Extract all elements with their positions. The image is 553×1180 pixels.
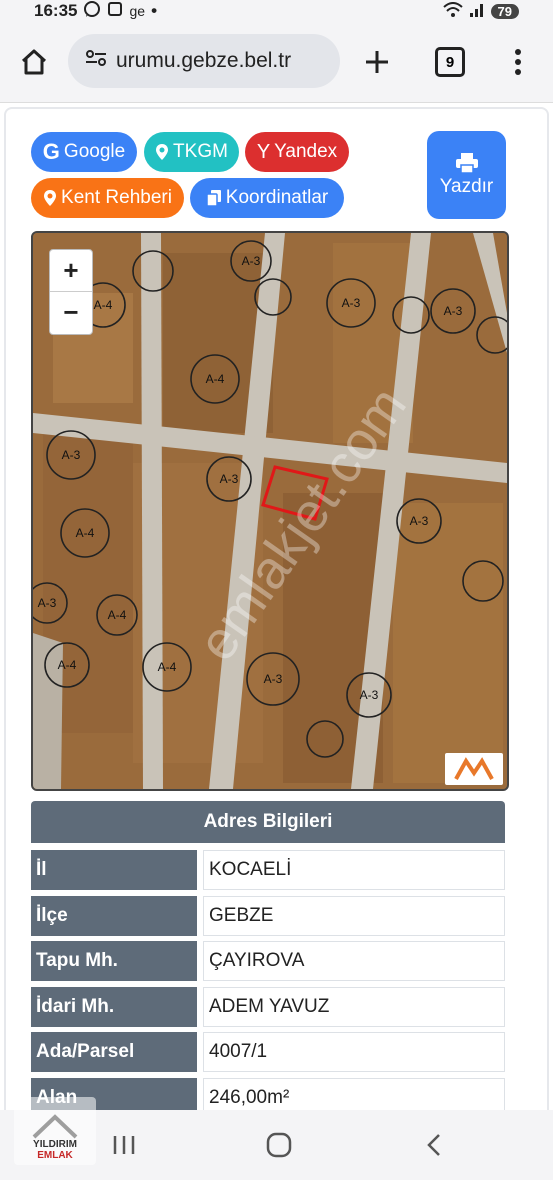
zone-label: A-4 xyxy=(58,658,77,672)
row-key: İl xyxy=(31,850,197,890)
battery-indicator: 79 xyxy=(490,3,519,19)
plus-icon xyxy=(366,51,388,73)
row-value: 4007/1 xyxy=(203,1032,505,1072)
google-button[interactable]: G Google xyxy=(31,132,137,172)
print-button[interactable]: Yazdır xyxy=(427,131,506,219)
back-button[interactable] xyxy=(414,1130,454,1160)
more-vert-icon xyxy=(515,49,521,75)
address-row: İdari Mh. ADEM YAVUZ xyxy=(31,987,505,1027)
google-icon: G xyxy=(42,139,60,164)
app-label: ge xyxy=(129,3,146,19)
agency-logo: YILDIRIM EMLAK xyxy=(14,1097,96,1165)
url-text: urumu.gebze.bel.tr xyxy=(116,49,292,72)
dot-icon: • xyxy=(151,1,158,20)
notification-icon xyxy=(107,1,123,22)
home-button[interactable] xyxy=(14,42,54,82)
address-row: İl KOCAELİ xyxy=(31,850,505,890)
tkgm-button[interactable]: TKGM xyxy=(144,132,239,172)
google-label: Google xyxy=(63,141,126,162)
map-pin-icon xyxy=(156,144,169,160)
address-table-title: Adres Bilgileri xyxy=(31,801,505,843)
clock: 16:35 xyxy=(34,1,78,20)
zone-label: A-3 xyxy=(410,514,429,528)
row-value: KOCAELİ xyxy=(203,850,505,890)
kent-rehberi-label: Kent Rehberi xyxy=(61,187,172,208)
row-key: Tapu Mh. xyxy=(31,941,197,981)
map-pin-icon xyxy=(44,190,57,206)
yandex-button[interactable]: Y Yandex xyxy=(245,132,349,172)
yandex-icon: Y xyxy=(256,140,271,163)
koordinatlar-label: Koordinatlar xyxy=(225,187,329,208)
address-bar[interactable]: urumu.gebze.bel.tr xyxy=(68,34,340,88)
zoom-in-button[interactable]: + xyxy=(50,250,92,292)
row-value: ÇAYIROVA xyxy=(203,941,505,981)
recents-icon xyxy=(113,1136,135,1154)
zone-label: A-4 xyxy=(206,372,225,386)
recents-button[interactable] xyxy=(104,1130,144,1160)
print-label: Yazdır xyxy=(439,176,494,197)
status-bar: 16:35 ge • 79 xyxy=(0,0,553,22)
zone-label: A-3 xyxy=(342,296,361,310)
zoom-control: + − xyxy=(49,249,93,335)
row-key: Ada/Parsel xyxy=(31,1032,197,1072)
zone-label: A-3 xyxy=(264,672,283,686)
kent-rehberi-button[interactable]: Kent Rehberi xyxy=(31,178,184,218)
agency-logo-line2: EMLAK xyxy=(37,1150,73,1161)
address-row: Tapu Mh. ÇAYIROVA xyxy=(31,941,505,981)
yandex-label: Yandex xyxy=(274,141,338,162)
map-canvas[interactable]: A-4 A-3 A-3 A-4 A-3 A-3 A-4 A-3 A-4 A-3 … xyxy=(33,233,507,789)
zone-label: A-3 xyxy=(220,472,239,486)
home-circle-icon xyxy=(266,1132,292,1158)
copy-icon xyxy=(206,190,221,207)
map-logo xyxy=(445,753,503,785)
m-logo-icon xyxy=(454,757,494,780)
zone-label: A-4 xyxy=(76,526,95,540)
new-tab-button[interactable] xyxy=(357,42,397,82)
browser-toolbar: urumu.gebze.bel.tr 9 xyxy=(0,22,553,102)
tkgm-label: TKGM xyxy=(173,141,228,162)
zone-label: A-3 xyxy=(444,304,463,318)
house-logo-icon xyxy=(32,1114,78,1139)
zone-label: A-4 xyxy=(158,660,177,674)
row-key: İlçe xyxy=(31,896,197,936)
address-row: İlçe GEBZE xyxy=(31,896,505,936)
tab-count: 9 xyxy=(435,47,465,77)
back-icon xyxy=(427,1134,440,1156)
wifi-icon xyxy=(442,1,463,21)
row-value: ADEM YAVUZ xyxy=(203,987,505,1027)
home-icon xyxy=(21,49,47,75)
tab-switcher-button[interactable]: 9 xyxy=(430,42,470,82)
home-nav-button[interactable] xyxy=(259,1130,299,1160)
signal-icon xyxy=(469,2,485,21)
zoom-out-button[interactable]: − xyxy=(50,292,92,333)
zone-label: A-4 xyxy=(108,608,127,622)
koordinatlar-button[interactable]: Koordinatlar xyxy=(190,178,344,218)
zone-label: A-3 xyxy=(360,688,379,702)
web-page: G Google TKGM Y Yandex Kent Rehberi Koor… xyxy=(0,102,553,1119)
site-settings-icon[interactable] xyxy=(84,48,108,74)
row-key: İdari Mh. xyxy=(31,987,197,1027)
parcel-map[interactable]: A-4 A-3 A-3 A-4 A-3 A-3 A-4 A-3 A-4 A-3 … xyxy=(31,231,509,791)
row-value: GEBZE xyxy=(203,896,505,936)
zone-label: A-3 xyxy=(62,448,81,462)
zone-label: A-3 xyxy=(38,596,57,610)
agency-logo-line1: YILDIRIM xyxy=(33,1139,77,1150)
menu-button[interactable] xyxy=(498,42,538,82)
zone-label: A-3 xyxy=(242,254,261,268)
address-row: Ada/Parsel 4007/1 xyxy=(31,1032,505,1072)
whatsapp-icon xyxy=(83,0,101,23)
printer-icon xyxy=(455,153,478,174)
zone-label: A-4 xyxy=(94,298,113,312)
